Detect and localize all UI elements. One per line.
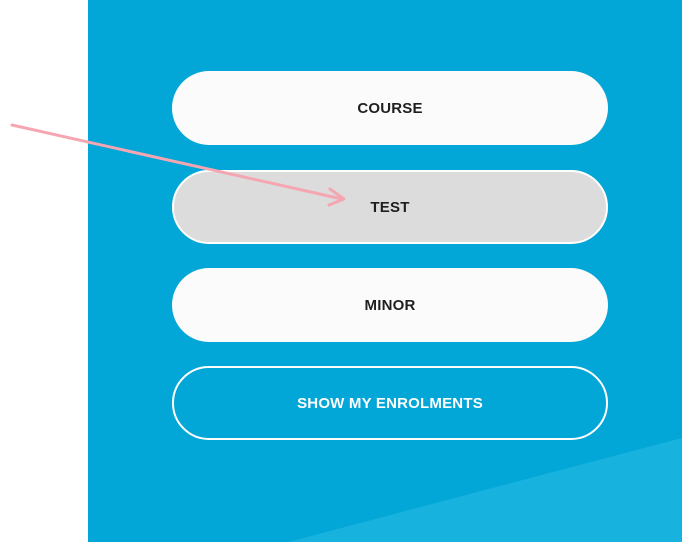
selection-panel: COURSE TEST MINOR SHOW MY ENROLMENTS [88, 0, 682, 542]
course-button[interactable]: COURSE [172, 71, 608, 145]
test-button[interactable]: TEST [172, 170, 608, 244]
show-my-enrolments-label: SHOW MY ENROLMENTS [297, 394, 483, 412]
minor-button-label: MINOR [364, 296, 416, 314]
minor-button[interactable]: MINOR [172, 268, 608, 342]
show-my-enrolments-button[interactable]: SHOW MY ENROLMENTS [172, 366, 608, 440]
screen: COURSE TEST MINOR SHOW MY ENROLMENTS [0, 0, 682, 542]
test-button-label: TEST [370, 198, 410, 216]
course-button-label: COURSE [357, 99, 423, 117]
